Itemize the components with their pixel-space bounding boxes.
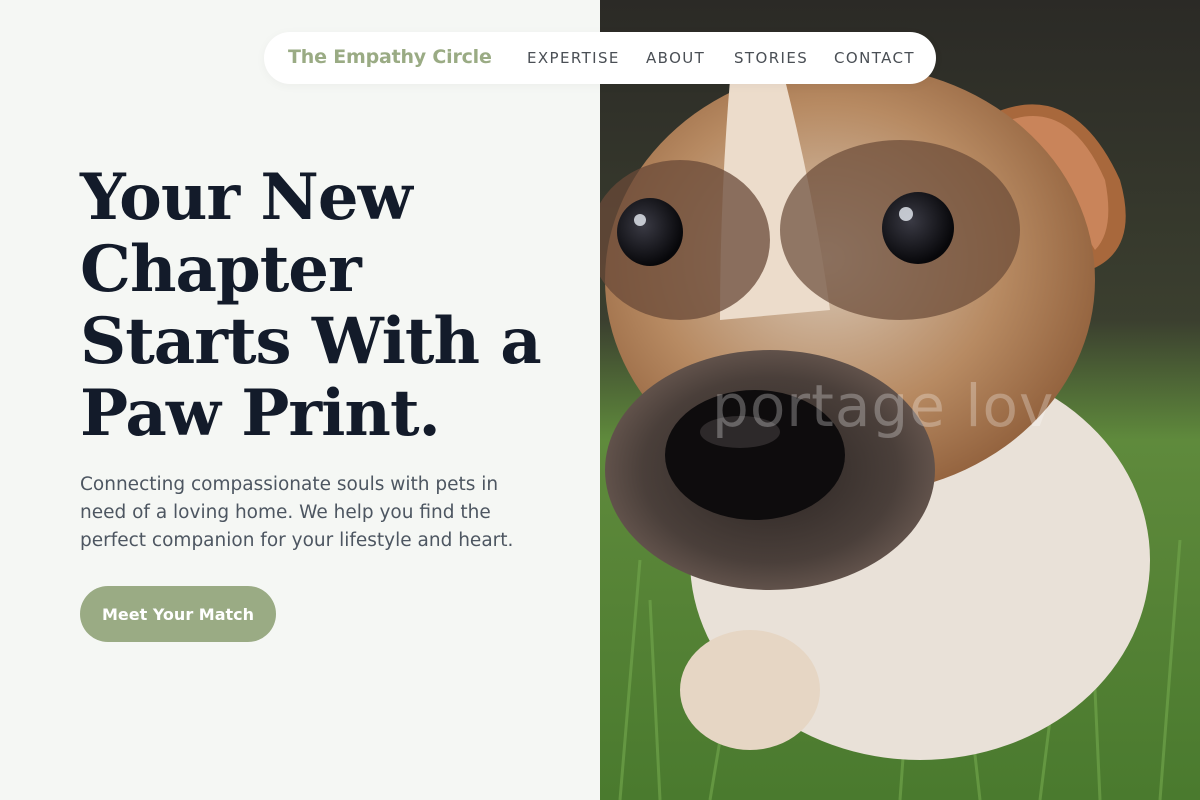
brand-logo[interactable]: The Empathy Circle <box>288 46 492 68</box>
hero-subtext: Connecting compassionate souls with pets… <box>80 474 514 551</box>
watermark-text: portage lov <box>712 372 1055 440</box>
nav-link-stories[interactable]: STORIES <box>734 49 808 67</box>
nav-link-contact[interactable]: CONTACT <box>834 49 915 67</box>
meet-your-match-button[interactable]: Meet Your Match <box>80 586 276 642</box>
nav-link-about[interactable]: ABOUT <box>646 49 705 67</box>
nav-link-expertise[interactable]: EXPERTISE <box>527 49 620 67</box>
hero-headline: Your New Chapter Starts With a Paw Print… <box>80 160 542 451</box>
top-navbar: The Empathy Circle EXPERTISE ABOUT STORI… <box>264 32 936 84</box>
